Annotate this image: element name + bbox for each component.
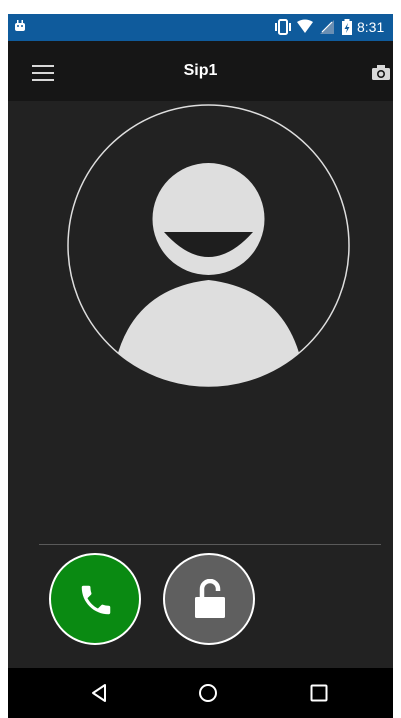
unlock-button[interactable] bbox=[163, 553, 255, 645]
app-bar: Sip1 bbox=[8, 41, 393, 101]
status-time: 8:31 bbox=[357, 19, 385, 35]
navigation-bar bbox=[8, 668, 393, 718]
android-icon bbox=[15, 20, 25, 31]
wifi-icon bbox=[297, 19, 313, 33]
recent-apps-icon[interactable] bbox=[310, 684, 328, 702]
page-title: Sip1 bbox=[183, 62, 218, 79]
person-avatar-icon bbox=[67, 104, 350, 387]
phone-screen: 8:31 Sip1 bbox=[8, 14, 393, 718]
back-icon[interactable] bbox=[90, 683, 108, 703]
battery-icon bbox=[342, 19, 352, 35]
status-bar: 8:31 bbox=[8, 14, 393, 41]
phone-icon bbox=[81, 585, 111, 615]
call-button[interactable] bbox=[49, 553, 141, 645]
divider bbox=[39, 544, 381, 545]
unlock-icon bbox=[195, 579, 225, 618]
home-icon[interactable] bbox=[198, 683, 218, 703]
signal-icon bbox=[320, 20, 334, 34]
vibrate-icon bbox=[275, 19, 291, 35]
camera-icon[interactable] bbox=[372, 65, 390, 80]
